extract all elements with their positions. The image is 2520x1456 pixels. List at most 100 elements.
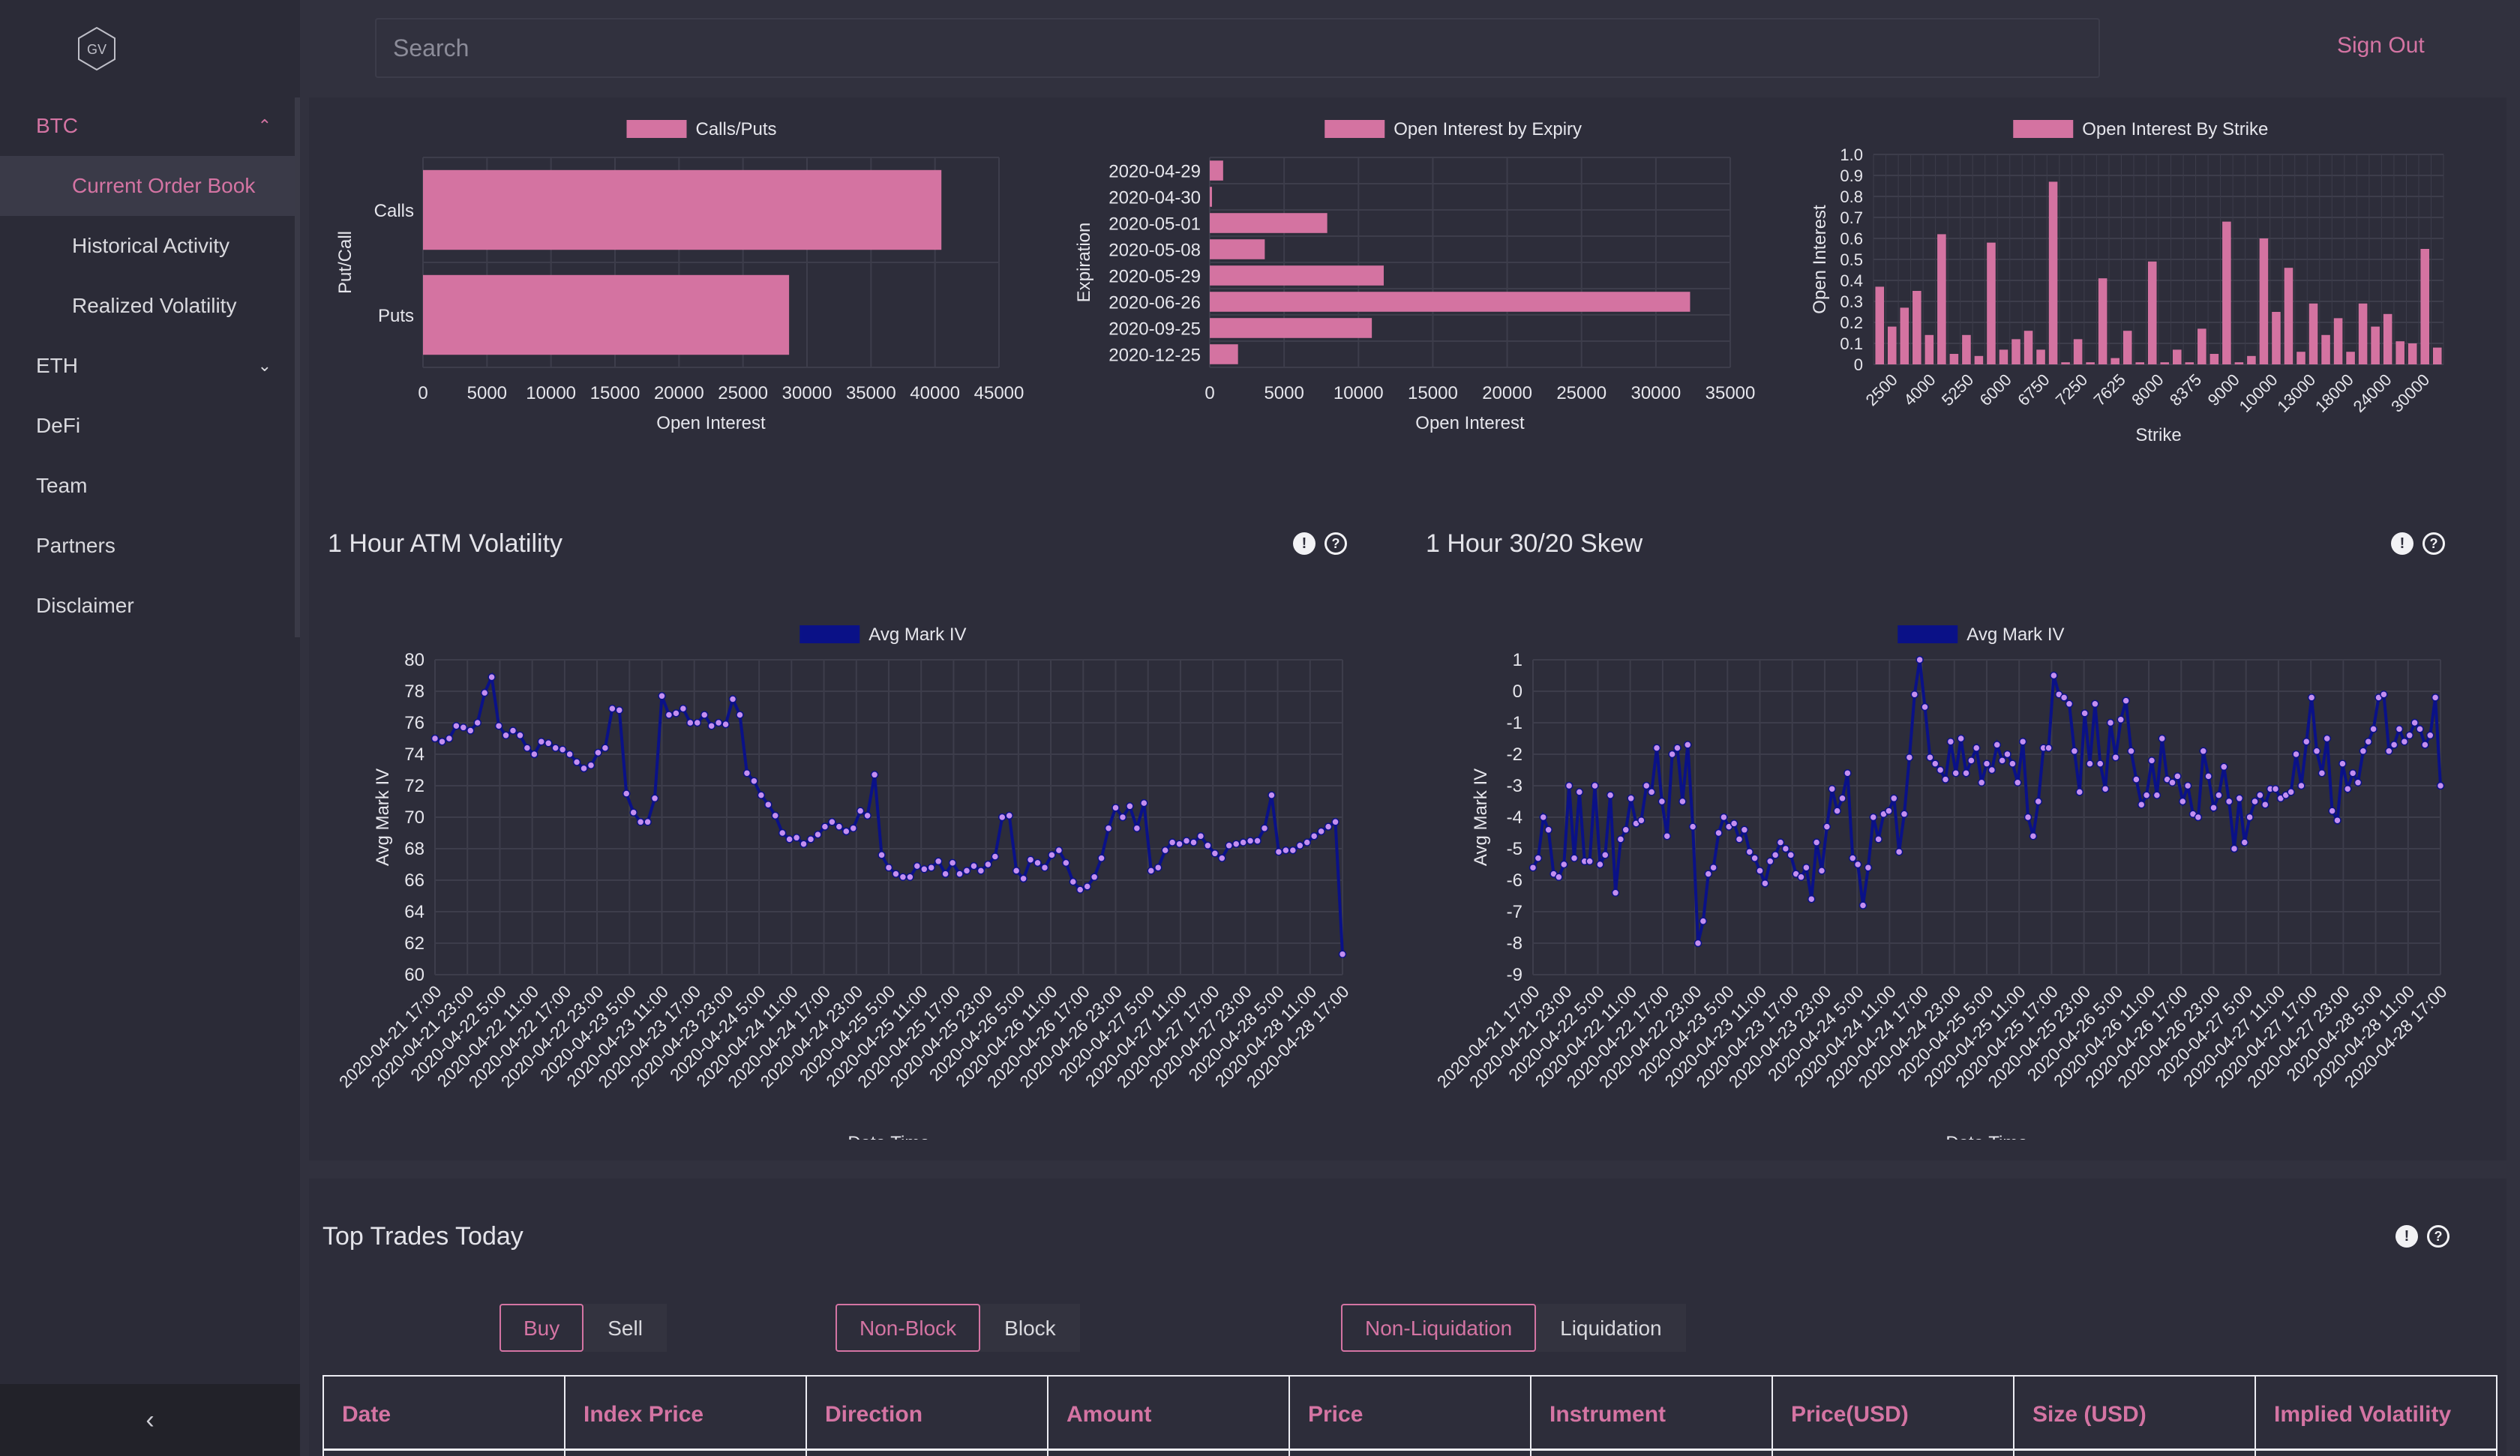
data-point — [488, 673, 496, 682]
alert-icon[interactable]: ! — [2391, 532, 2414, 555]
bar — [2234, 362, 2244, 364]
legend-label: Avg Mark IV — [868, 625, 966, 645]
data-point — [1246, 837, 1255, 845]
tick-label: 24000 — [2350, 370, 2396, 416]
sidebar-item-disclaimer[interactable]: Disclaimer — [0, 576, 300, 636]
sidebar-scrollbar[interactable] — [295, 97, 300, 637]
column-header-size-usd[interactable]: Size (USD) — [2014, 1377, 2256, 1456]
column-header-amount[interactable]: Amount — [1048, 1377, 1290, 1456]
data-point — [1900, 810, 1909, 819]
bar — [2012, 339, 2020, 364]
data-point — [785, 835, 794, 843]
data-point — [991, 852, 1000, 861]
data-point — [566, 750, 574, 759]
data-point — [870, 771, 879, 779]
sell-button[interactable]: Sell — [584, 1304, 667, 1352]
data-point — [1704, 870, 1712, 878]
axis-label: Date Time — [848, 1133, 929, 1140]
bar — [1210, 239, 1265, 259]
data-point — [1317, 827, 1325, 836]
sidebar-item-btc[interactable]: BTC ⌃ — [0, 96, 300, 156]
atm-volatility-title: 1 Hour ATM Volatility — [328, 529, 563, 558]
data-point — [1076, 885, 1084, 894]
buy-button[interactable]: Buy — [500, 1304, 584, 1352]
block-button[interactable]: Block — [980, 1304, 1080, 1352]
column-header-direction[interactable]: Direction — [807, 1377, 1048, 1456]
alert-icon[interactable]: ! — [1293, 532, 1316, 555]
data-point — [878, 851, 886, 859]
tick-label: -3 — [1507, 776, 1522, 796]
data-point — [1575, 788, 1584, 796]
data-point — [2390, 741, 2398, 749]
data-point — [970, 861, 978, 870]
data-point — [2246, 813, 2254, 822]
data-point — [1844, 768, 1852, 777]
bar — [2210, 354, 2219, 364]
sidebar-item-historical-activity[interactable]: Historical Activity — [0, 216, 300, 276]
data-point — [1112, 804, 1120, 812]
tick-label: 0.2 — [1840, 313, 1863, 332]
bar — [2396, 341, 2404, 364]
tick-label: 5000 — [467, 383, 507, 403]
column-header-implied-volatility[interactable]: Implied Volatility — [2256, 1377, 2496, 1456]
data-point — [1967, 756, 1976, 765]
sidebar-item-team[interactable]: Team — [0, 456, 300, 516]
data-point — [1745, 847, 1754, 856]
tick-label: 0.9 — [1840, 166, 1863, 185]
column-header-price[interactable]: Price — [1290, 1377, 1532, 1456]
data-point — [2086, 759, 2094, 768]
data-point — [480, 688, 489, 697]
tick-label: 72 — [404, 776, 424, 796]
data-point — [2256, 791, 2264, 799]
legend-label: Calls/Puts — [696, 119, 777, 139]
tick-label: -8 — [1507, 933, 1522, 954]
data-point — [1083, 882, 1091, 891]
bar — [1999, 349, 2008, 364]
bar — [1210, 213, 1328, 233]
sidebar-item-defi[interactable]: DeFi — [0, 396, 300, 456]
column-header-index-price[interactable]: Index Price — [566, 1377, 807, 1456]
sidebar-item-partners[interactable]: Partners — [0, 516, 300, 576]
data-point — [2426, 731, 2434, 740]
chevron-up-icon: ⌃ — [257, 116, 272, 135]
liquidation-button[interactable]: Liquidation — [1536, 1304, 1686, 1352]
data-point — [2287, 788, 2295, 796]
tick-label: -7 — [1507, 902, 1522, 922]
data-point — [459, 724, 468, 732]
data-point — [1611, 888, 1620, 897]
tick-label: 7250 — [2052, 370, 2091, 409]
data-point — [544, 739, 553, 747]
data-point — [594, 748, 602, 757]
data-point — [2240, 838, 2248, 846]
non-block-button[interactable]: Non-Block — [836, 1304, 981, 1352]
sidebar-collapse-button[interactable]: ‹ — [0, 1384, 300, 1456]
data-point — [1890, 794, 1898, 803]
data-point — [1977, 778, 1986, 787]
help-icon[interactable]: ? — [2422, 532, 2445, 555]
data-point — [2122, 697, 2130, 705]
data-point — [934, 857, 943, 866]
data-point — [1210, 849, 1220, 858]
help-icon[interactable]: ? — [2427, 1225, 2450, 1248]
data-point — [1104, 824, 1113, 832]
sidebar-item-current-order-book[interactable]: Current Order Book — [0, 156, 300, 216]
column-header-date[interactable]: Date — [324, 1377, 566, 1456]
data-point — [644, 818, 652, 826]
sidebar-item-eth[interactable]: ETH ⌄ — [0, 336, 300, 396]
non-liquidation-button[interactable]: Non-Liquidation — [1341, 1304, 1537, 1352]
data-point — [1642, 781, 1651, 790]
data-point — [2152, 791, 2162, 799]
data-point — [1637, 816, 1646, 825]
bar — [2160, 362, 2170, 364]
help-icon[interactable]: ? — [1324, 532, 1347, 555]
gv-logo[interactable]: GV — [74, 25, 120, 72]
category-label: 2020-05-08 — [1108, 241, 1201, 261]
data-point — [1616, 835, 1625, 843]
column-header-price-usd[interactable]: Price(USD) — [1773, 1377, 2014, 1456]
column-header-instrument[interactable]: Instrument — [1532, 1377, 1773, 1456]
alert-icon[interactable]: ! — [2396, 1225, 2418, 1248]
sidebar-item-realized-volatility[interactable]: Realized Volatility — [0, 276, 300, 336]
sign-out-link[interactable]: Sign Out — [2337, 33, 2425, 58]
tick-label: 2500 — [1862, 370, 1901, 409]
search-input[interactable] — [376, 19, 2098, 76]
